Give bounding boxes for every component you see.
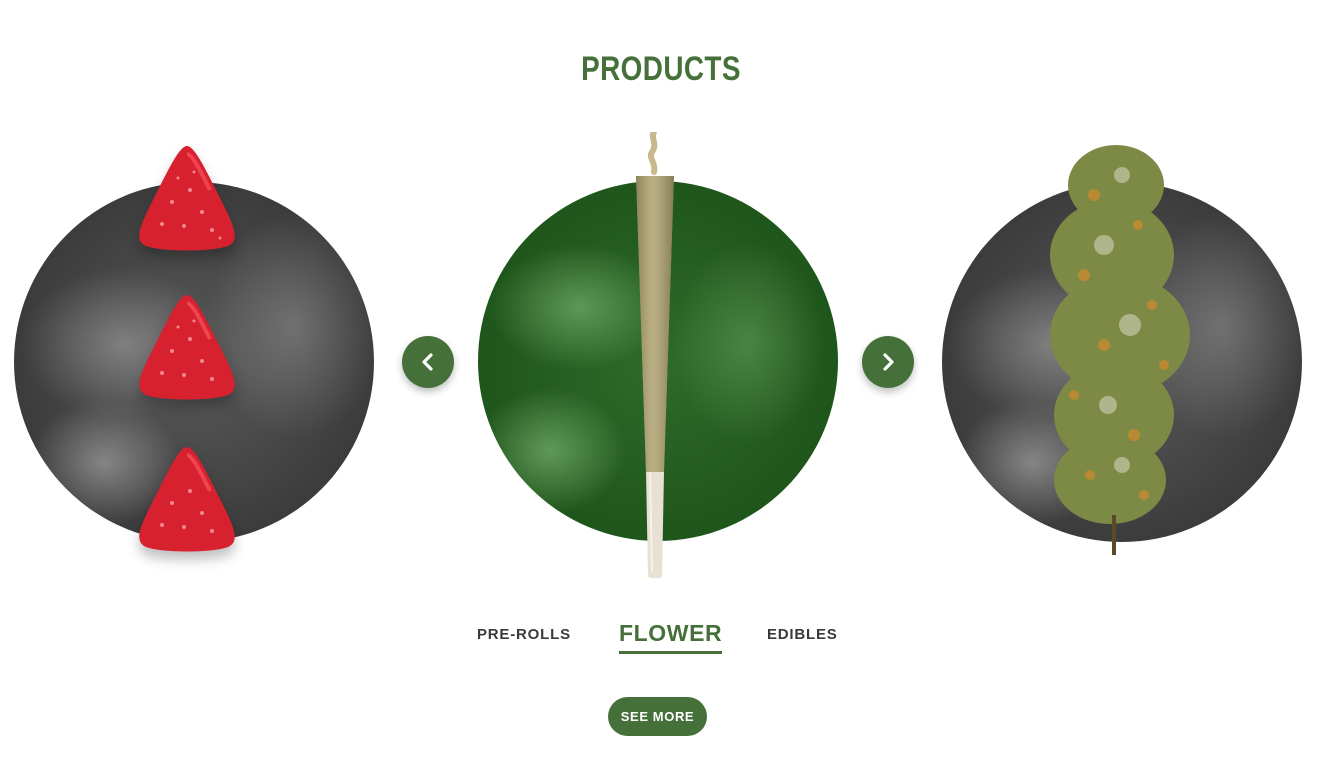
carousel-prev-button[interactable] [402,336,454,388]
tab-flower[interactable]: FLOWER [619,620,723,654]
gummy-image [139,295,235,400]
flower-bud-image [1050,145,1190,555]
tab-prerolls[interactable]: PRE-ROLLS [477,626,571,643]
see-more-button[interactable]: SEE MORE [608,697,707,736]
gummy-image [139,146,235,251]
category-tabs: PRE-ROLLS FLOWER EDIBLES [0,616,1322,662]
products-section: PRODUCTS PRE-ROLLS FLOWER EDIBLES SEE MO… [0,0,1322,769]
carousel-next-button[interactable] [862,336,914,388]
chevron-right-icon [883,353,894,371]
tab-edibles[interactable]: EDIBLES [767,626,838,643]
pre-roll-image [636,132,674,579]
section-title: PRODUCTS [581,50,741,88]
chevron-left-icon [422,353,433,371]
gummy-image [139,447,235,552]
